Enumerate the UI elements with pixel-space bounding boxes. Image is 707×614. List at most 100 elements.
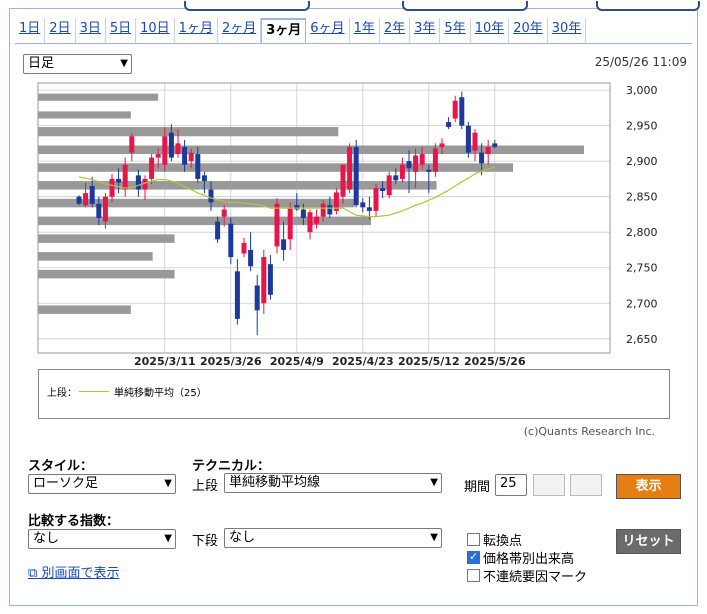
y-tick-label: 2,800 bbox=[626, 226, 658, 239]
style-label: スタイル： bbox=[28, 459, 94, 474]
chevron-down-icon: ▼ bbox=[430, 477, 438, 488]
y-tick-label: 2,850 bbox=[626, 191, 658, 204]
lower-technical-value: なし bbox=[229, 530, 256, 545]
open-in-new-window-link[interactable]: ⧉ 別画面で表示 bbox=[28, 562, 119, 581]
candle-body bbox=[76, 196, 82, 204]
lower-label: 下段 bbox=[192, 534, 219, 549]
volume-profile bbox=[38, 93, 584, 314]
candle-body bbox=[135, 175, 141, 190]
period-label: 期間 bbox=[464, 480, 491, 495]
x-tick-label: 2025/3/26 bbox=[200, 355, 262, 368]
candle-body bbox=[492, 143, 498, 147]
candle-body bbox=[485, 146, 491, 155]
volume-profile-bar bbox=[38, 127, 339, 137]
legend-ma-swatch bbox=[79, 391, 109, 392]
y-tick-label: 2,650 bbox=[626, 333, 658, 346]
candle-body bbox=[83, 193, 89, 206]
chevron-down-icon: ▼ bbox=[164, 478, 172, 489]
compare-select-value: なし bbox=[33, 531, 60, 546]
candle-body bbox=[366, 207, 372, 211]
candle-body bbox=[439, 143, 445, 147]
candle-body bbox=[373, 188, 379, 211]
candle-body bbox=[446, 122, 452, 128]
candle-body bbox=[386, 175, 392, 196]
candle-body bbox=[432, 148, 438, 172]
candle-body bbox=[452, 100, 458, 119]
candle-body bbox=[89, 186, 95, 204]
upper-label: 上段 bbox=[192, 479, 219, 494]
volume-profile-bar bbox=[38, 234, 175, 243]
volume-profile-bar bbox=[38, 111, 131, 119]
checkbox-label: 価格帯別出来高 bbox=[483, 552, 575, 567]
candle-body bbox=[102, 196, 108, 222]
candle-body bbox=[248, 249, 254, 267]
candle-body bbox=[419, 154, 425, 165]
legend-section: 上段： bbox=[47, 388, 77, 399]
style-select-value: ローソク足 bbox=[33, 476, 99, 491]
candle-body bbox=[281, 239, 287, 250]
candle-body bbox=[380, 188, 386, 191]
y-tick-label: 2,950 bbox=[626, 120, 658, 133]
compare-label: 比較する指数： bbox=[28, 514, 120, 529]
volume-profile-bar bbox=[38, 252, 153, 261]
y-tick-label: 2,700 bbox=[626, 297, 658, 310]
candle-body bbox=[399, 164, 405, 179]
checkbox-label: 転換点 bbox=[483, 534, 523, 549]
candle-body bbox=[267, 264, 273, 295]
volume-profile-bar bbox=[38, 216, 372, 226]
checkbox-discontinuity-mark[interactable]: 不連続要因マーク bbox=[467, 566, 587, 585]
candle-body bbox=[459, 97, 465, 126]
legend: 上段： 単純移動平均（25） bbox=[38, 369, 670, 419]
candle-body bbox=[254, 285, 260, 311]
candle-body bbox=[393, 175, 399, 181]
y-tick-label: 2,900 bbox=[626, 155, 658, 168]
candle-body bbox=[413, 155, 419, 172]
candle-body bbox=[241, 242, 247, 254]
candle-body bbox=[215, 221, 221, 240]
volume-profile-bar bbox=[38, 305, 131, 314]
y-tick-label: 2,750 bbox=[626, 262, 658, 275]
candle-body bbox=[122, 164, 128, 190]
candle-body bbox=[353, 146, 359, 206]
volume-profile-bar bbox=[38, 145, 584, 155]
candle-body bbox=[287, 207, 293, 240]
period-input-2[interactable] bbox=[533, 474, 565, 496]
candle-body bbox=[129, 136, 135, 153]
lower-technical-select[interactable]: なし ▼ bbox=[224, 528, 442, 548]
checkbox-volume-by-price[interactable]: 価格帯別出来高 bbox=[467, 548, 574, 567]
candle-body bbox=[149, 157, 155, 179]
candle-body bbox=[465, 125, 471, 153]
candle-body bbox=[195, 154, 201, 179]
price-chart: 3,000 2,950 2,900 2,850 2,800 2,750 2,700 2,650… bbox=[37, 82, 658, 368]
candle-body bbox=[182, 146, 188, 165]
candle-body bbox=[175, 143, 181, 155]
period-input[interactable]: 25 bbox=[495, 474, 527, 496]
chevron-down-icon: ▼ bbox=[164, 533, 172, 544]
candle-body bbox=[168, 132, 174, 158]
moving-average-line bbox=[78, 166, 495, 218]
candle-body bbox=[360, 202, 366, 208]
candle-body bbox=[472, 132, 478, 151]
compare-select[interactable]: なし ▼ bbox=[28, 529, 176, 549]
upper-technical-select[interactable]: 単純移動平均線 ▼ bbox=[224, 473, 442, 493]
checkbox-box[interactable] bbox=[467, 533, 480, 546]
y-axis: 3,000 2,950 2,900 2,850 2,800 2,750 2,700 2,650 bbox=[626, 84, 658, 346]
show-button[interactable]: 表示 bbox=[616, 474, 681, 499]
checkbox-turning-point[interactable]: 転換点 bbox=[467, 530, 522, 549]
checkbox-box[interactable] bbox=[467, 550, 480, 564]
x-tick-label: 2025/5/12 bbox=[398, 355, 460, 368]
period-input-3[interactable] bbox=[570, 474, 602, 496]
reset-button[interactable]: リセット bbox=[616, 529, 681, 554]
style-select[interactable]: ローソク足 ▼ bbox=[28, 474, 176, 494]
candle-body bbox=[155, 154, 161, 158]
candle-body bbox=[162, 136, 168, 165]
candle-body bbox=[109, 178, 115, 197]
candle-body bbox=[479, 152, 485, 164]
candle-body bbox=[234, 271, 240, 319]
popup-icon: ⧉ bbox=[28, 566, 38, 581]
x-tick-label: 2025/4/23 bbox=[332, 355, 394, 368]
candle-body bbox=[116, 178, 122, 183]
candle-body bbox=[261, 257, 267, 304]
checkbox-box[interactable] bbox=[467, 569, 480, 582]
volume-profile-bar bbox=[38, 163, 514, 172]
